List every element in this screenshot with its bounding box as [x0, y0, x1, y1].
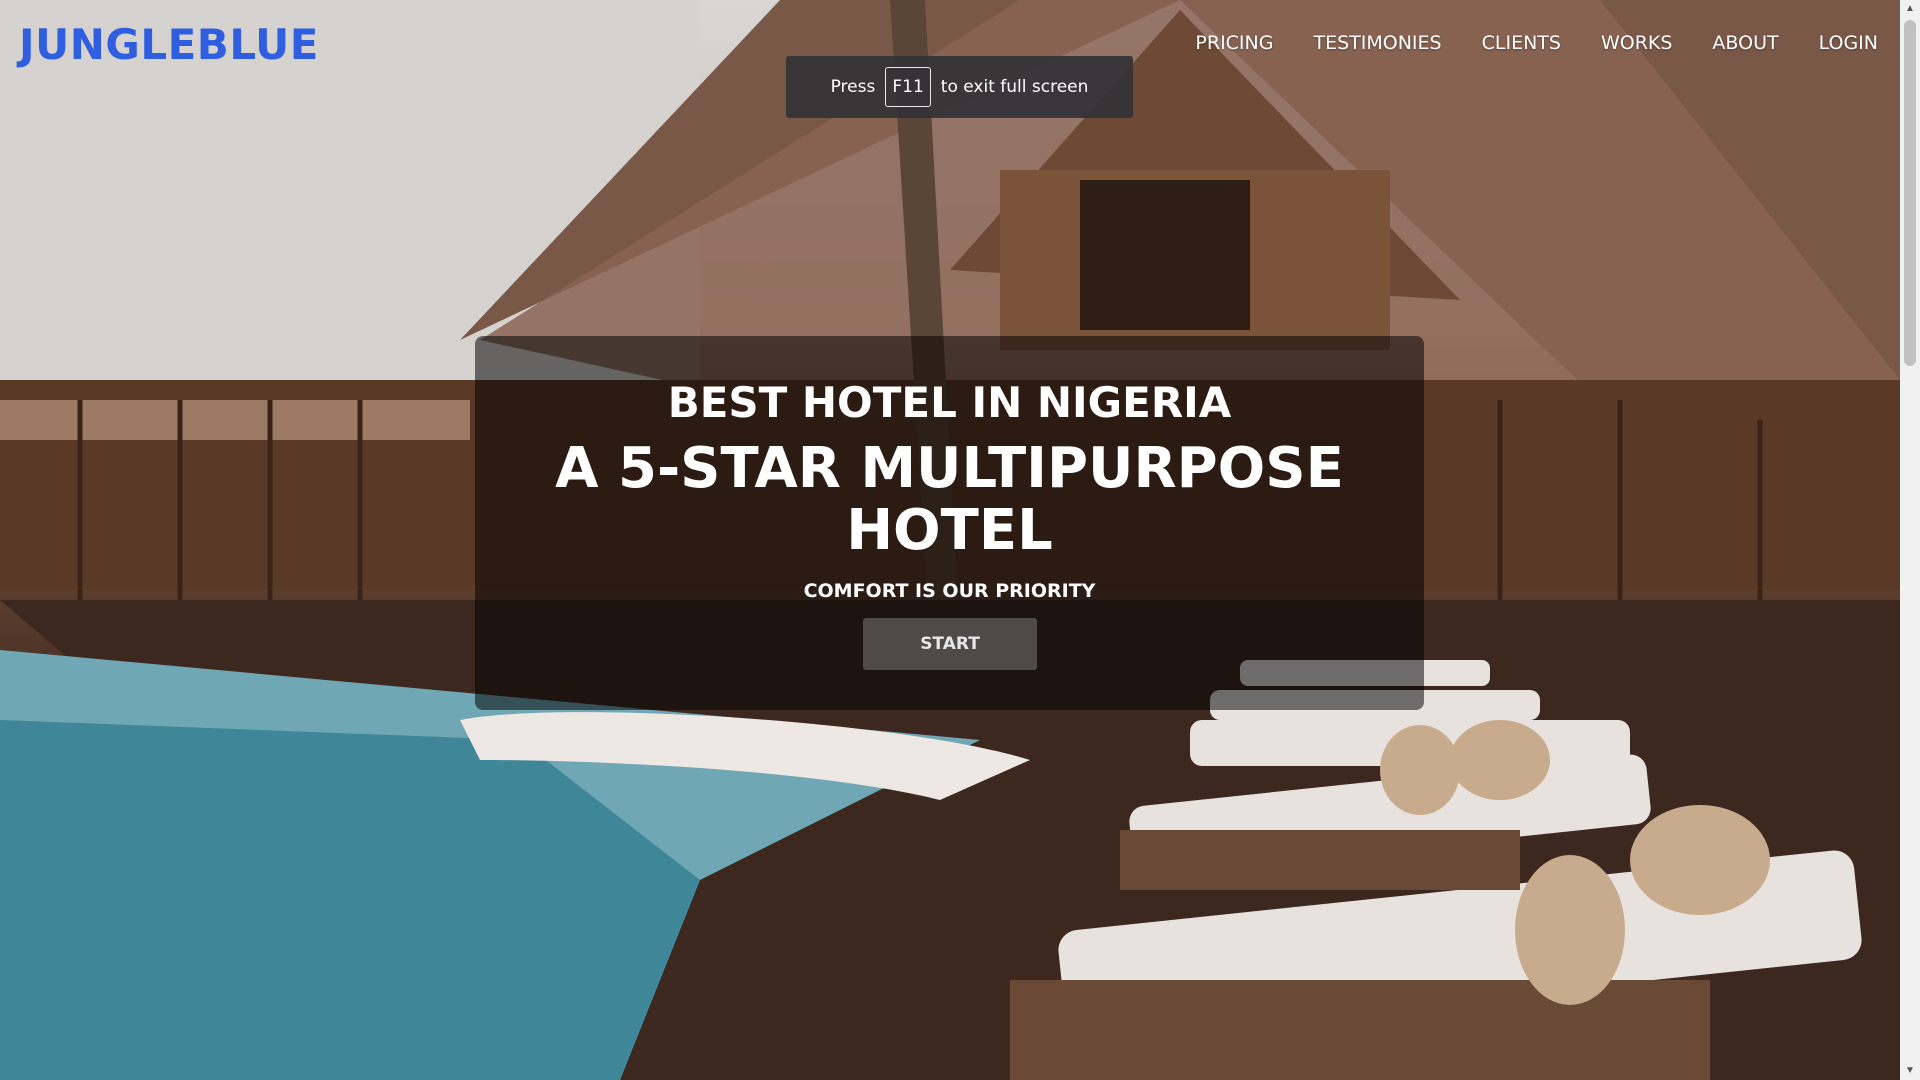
- nav-item-clients[interactable]: CLIENTS: [1482, 32, 1561, 54]
- scroll-up-arrow-icon[interactable]: ▲: [1900, 0, 1920, 18]
- nav-item-login[interactable]: LOGIN: [1819, 32, 1878, 54]
- start-button[interactable]: START: [863, 618, 1037, 670]
- fullscreen-notice-suffix: to exit full screen: [940, 77, 1089, 97]
- hero-kicker: BEST HOTEL IN NIGERIA: [667, 378, 1232, 427]
- main-nav: PRICING TESTIMONIES CLIENTS WORKS ABOUT …: [1155, 32, 1878, 54]
- scroll-down-arrow-icon[interactable]: ▼: [1900, 1062, 1920, 1080]
- nav-item-about[interactable]: ABOUT: [1712, 32, 1778, 54]
- fullscreen-notice-prefix: Press: [830, 77, 876, 97]
- hero-card: BEST HOTEL IN NIGERIA A 5-STAR MULTIPURP…: [475, 336, 1424, 710]
- nav-item-works[interactable]: WORKS: [1601, 32, 1672, 54]
- hero-subtitle: COMFORT IS OUR PRIORITY: [803, 580, 1096, 602]
- fullscreen-key-badge: F11: [885, 67, 931, 107]
- scrollbar-thumb[interactable]: [1904, 20, 1916, 366]
- brand-logo[interactable]: JUNGLEBLUE: [19, 20, 319, 69]
- nav-item-testimonies[interactable]: TESTIMONIES: [1313, 32, 1441, 54]
- fullscreen-notice: Press F11 to exit full screen: [786, 56, 1133, 118]
- nav-item-pricing[interactable]: PRICING: [1195, 32, 1273, 54]
- page-scrollbar[interactable]: ▲ ▼: [1900, 0, 1920, 1080]
- hero-title: A 5-STAR MULTIPURPOSE HOTEL: [555, 436, 1344, 563]
